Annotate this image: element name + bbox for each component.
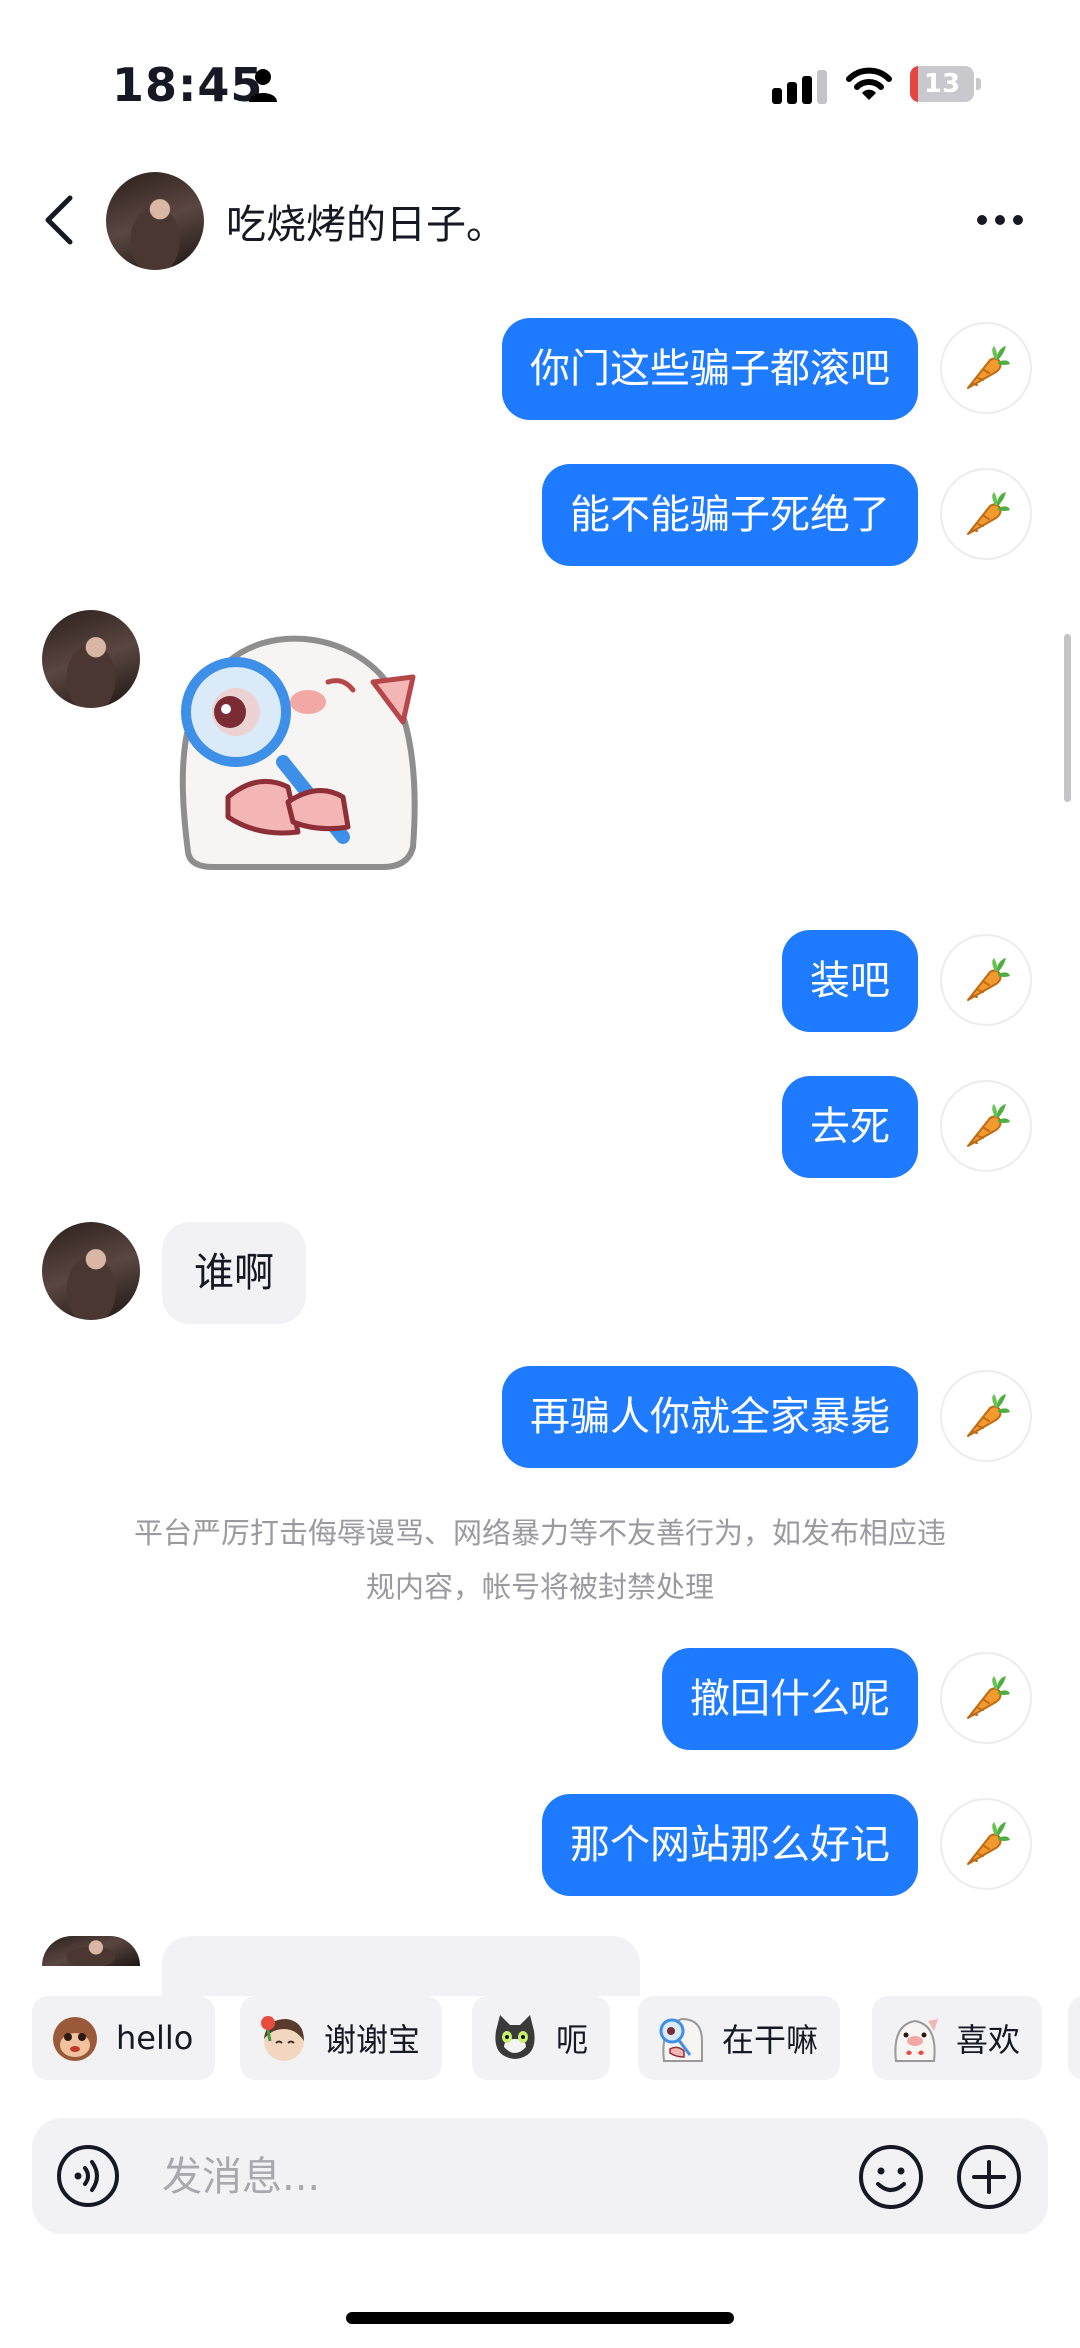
message-input[interactable] xyxy=(160,2138,824,2216)
battery-icon: 13 xyxy=(910,66,982,102)
carrot-icon[interactable] xyxy=(940,1080,1032,1172)
quick-reply-chip[interactable]: hello xyxy=(32,1996,216,2080)
avatar[interactable] xyxy=(106,172,204,270)
contact-name[interactable]: 吃烧烤的日子。 xyxy=(226,192,506,250)
monkey-sticker-icon xyxy=(53,2017,97,2061)
pig-heart-sticker-icon xyxy=(894,2019,938,2062)
quick-reply-chip[interactable]: 谢谢宝 xyxy=(240,1996,443,2080)
avatar[interactable] xyxy=(42,610,140,708)
quick-reply-label: 呃 xyxy=(556,2021,589,2059)
plus-icon[interactable] xyxy=(956,2144,1022,2210)
pig-magnifier-sticker[interactable] xyxy=(168,622,428,872)
signal-icon xyxy=(772,70,827,104)
system-notice: 平台严厉打击侮辱谩骂、网络暴力等不友善行为，如发布相应违 规内容，帐号将被封禁处… xyxy=(80,1506,1000,1614)
voice-icon[interactable] xyxy=(56,2144,120,2208)
message-bubble-outgoing[interactable]: 那个网站那么好记 xyxy=(542,1794,918,1896)
girl-flower-sticker-icon xyxy=(261,2016,304,2061)
quick-reply-bar: hello 谢谢宝 呃 在干嘛 喜欢 xyxy=(0,1996,1080,2092)
quick-reply-chip[interactable]: 在干嘛 xyxy=(638,1996,841,2080)
carrot-icon[interactable] xyxy=(940,322,1032,414)
system-notice-line: 规内容，帐号将被封禁处理 xyxy=(365,1570,714,1604)
quick-reply-label: 在干嘛 xyxy=(722,2021,819,2059)
quick-reply-label: hello xyxy=(116,2019,194,2057)
message-bubble-outgoing[interactable]: 你门这些骗子都滚吧 xyxy=(502,318,918,420)
message-bubble-incoming[interactable]: 谁啊 xyxy=(162,1222,306,1324)
carrot-icon[interactable] xyxy=(940,1652,1032,1744)
message-bubble-outgoing[interactable]: 装吧 xyxy=(782,930,918,1032)
quick-reply-label: 谢谢宝 xyxy=(324,2021,421,2059)
quick-reply-chip[interactable] xyxy=(1068,1996,1080,2080)
cat-sticker-icon xyxy=(495,2015,535,2059)
quick-reply-label: 喜欢 xyxy=(956,2021,1021,2059)
quick-reply-chip[interactable]: 呃 xyxy=(472,1996,611,2080)
carrot-icon[interactable] xyxy=(940,468,1032,560)
home-indicator[interactable] xyxy=(346,2312,734,2324)
system-notice-line: 平台严厉打击侮辱谩骂、网络暴力等不友善行为，如发布相应违 xyxy=(133,1516,946,1550)
back-arrow-icon[interactable] xyxy=(36,188,84,252)
quick-reply-chip[interactable]: 喜欢 xyxy=(872,1996,1043,2080)
message-bubble-outgoing[interactable]: 能不能骗子死绝了 xyxy=(542,464,918,566)
carrot-icon[interactable] xyxy=(940,934,1032,1026)
battery-level: 13 xyxy=(923,69,961,99)
emoji-icon[interactable] xyxy=(858,2144,924,2210)
pig-magnifier-sticker-icon xyxy=(659,2017,703,2062)
person-icon xyxy=(249,69,277,102)
scrollbar[interactable] xyxy=(1064,634,1071,802)
message-bubble-outgoing[interactable]: 去死 xyxy=(782,1076,918,1178)
message-bubble-outgoing[interactable]: 再骗人你就全家暴毙 xyxy=(502,1366,918,1468)
carrot-icon[interactable] xyxy=(940,1370,1032,1462)
carrot-icon[interactable] xyxy=(940,1798,1032,1890)
more-dots-icon[interactable] xyxy=(972,196,1028,244)
wifi-icon xyxy=(846,67,892,100)
avatar[interactable] xyxy=(42,1222,140,1320)
status-time: 18:45 xyxy=(112,58,264,112)
avatar xyxy=(42,1936,140,1966)
message-bubble-outgoing[interactable]: 撤回什么呢 xyxy=(662,1648,918,1750)
